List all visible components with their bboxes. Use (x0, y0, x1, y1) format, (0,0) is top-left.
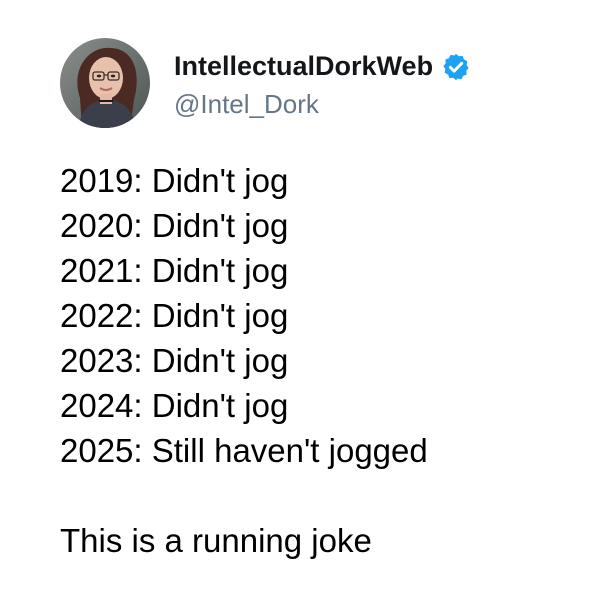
avatar-image (60, 38, 150, 128)
author-display-name[interactable]: IntellectualDorkWeb (174, 51, 433, 82)
verified-badge-icon (441, 52, 471, 82)
tweet-line-2024: 2024: Didn't jog (60, 387, 289, 424)
tweet-line-2019: 2019: Didn't jog (60, 162, 289, 199)
tweet-card: IntellectualDorkWeb @Intel_Dork 2019: Di… (0, 0, 599, 599)
tweet-line-2023: 2023: Didn't jog (60, 342, 289, 379)
paragraph-break (60, 473, 428, 518)
tweet-line-2021: 2021: Didn't jog (60, 252, 289, 289)
author-handle[interactable]: @Intel_Dork (174, 89, 471, 120)
tweet-punchline: This is a running joke (60, 522, 372, 559)
name-row: IntellectualDorkWeb (174, 47, 471, 87)
tweet-line-2020: 2020: Didn't jog (60, 207, 289, 244)
tweet-header: IntellectualDorkWeb @Intel_Dork (60, 38, 471, 128)
tweet-line-2022: 2022: Didn't jog (60, 297, 289, 334)
tweet-line-2025: 2025: Still haven't jogged (60, 432, 428, 469)
avatar[interactable] (60, 38, 150, 128)
author-identity: IntellectualDorkWeb @Intel_Dork (174, 47, 471, 120)
tweet-body: 2019: Didn't jog 2020: Didn't jog 2021: … (60, 158, 428, 563)
